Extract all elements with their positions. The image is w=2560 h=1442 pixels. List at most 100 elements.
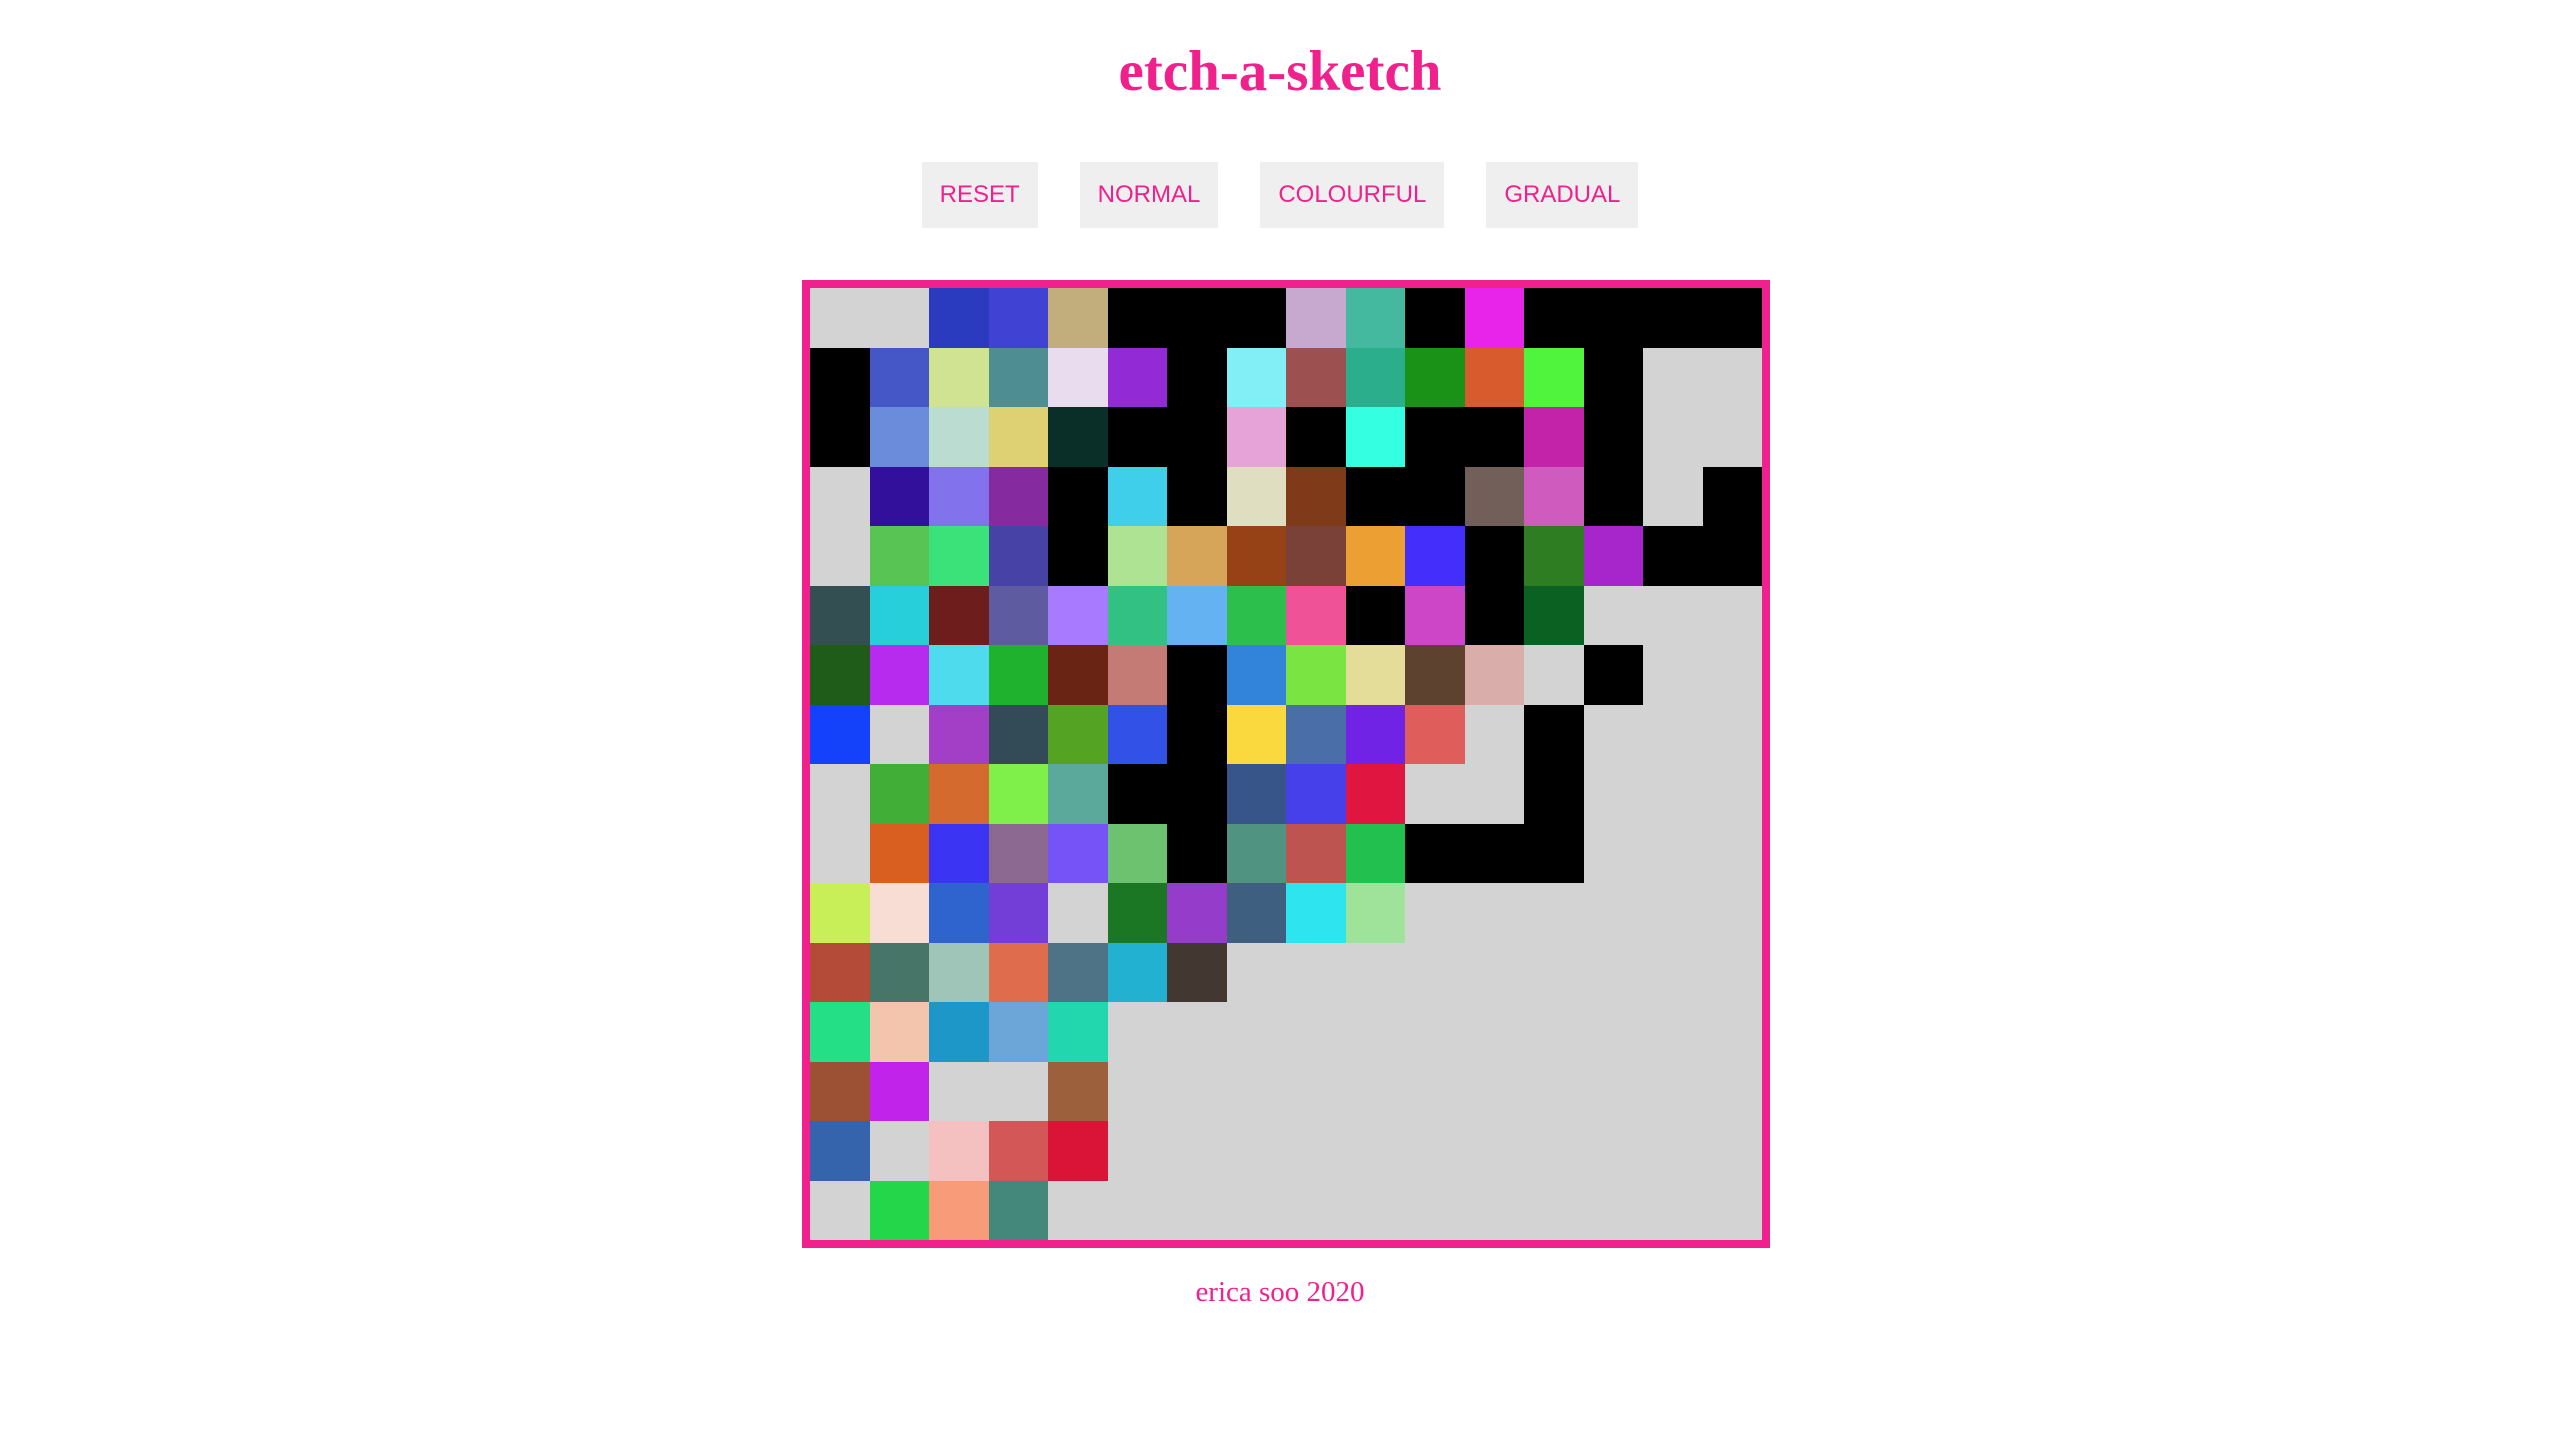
grid-cell[interactable] bbox=[810, 1002, 870, 1062]
grid-cell[interactable] bbox=[1405, 1180, 1465, 1240]
grid-cell[interactable] bbox=[1167, 764, 1227, 824]
grid-cell[interactable] bbox=[1048, 1121, 1108, 1181]
grid-cell[interactable] bbox=[1524, 1002, 1584, 1062]
grid-cell[interactable] bbox=[1524, 407, 1584, 467]
grid-cell[interactable] bbox=[1226, 288, 1286, 348]
grid-cell[interactable] bbox=[1643, 347, 1703, 407]
grid-cell[interactable] bbox=[1464, 1121, 1524, 1181]
grid-cell[interactable] bbox=[869, 883, 929, 943]
grid-cell[interactable] bbox=[1048, 1180, 1108, 1240]
grid-cell[interactable] bbox=[1583, 704, 1643, 764]
grid-cell[interactable] bbox=[869, 764, 929, 824]
grid-cell[interactable] bbox=[810, 704, 870, 764]
grid-cell[interactable] bbox=[1107, 823, 1167, 883]
grid-cell[interactable] bbox=[1048, 1002, 1108, 1062]
grid-cell[interactable] bbox=[988, 1180, 1048, 1240]
grid-cell[interactable] bbox=[929, 704, 989, 764]
grid-cell[interactable] bbox=[1226, 407, 1286, 467]
grid-cell[interactable] bbox=[869, 347, 929, 407]
grid-cell[interactable] bbox=[1167, 942, 1227, 1002]
grid-cell[interactable] bbox=[1702, 288, 1762, 348]
grid-cell[interactable] bbox=[988, 1061, 1048, 1121]
grid-cell[interactable] bbox=[869, 704, 929, 764]
grid-cell[interactable] bbox=[1583, 347, 1643, 407]
grid-cell[interactable] bbox=[869, 1121, 929, 1181]
grid-cell[interactable] bbox=[1405, 526, 1465, 586]
grid-cell[interactable] bbox=[869, 1061, 929, 1121]
grid-cell[interactable] bbox=[988, 585, 1048, 645]
grid-cell[interactable] bbox=[1643, 585, 1703, 645]
reset-button[interactable]: RESET bbox=[921, 162, 1038, 228]
grid-cell[interactable] bbox=[1464, 1061, 1524, 1121]
grid-cell[interactable] bbox=[1286, 764, 1346, 824]
grid-cell[interactable] bbox=[1286, 585, 1346, 645]
grid-cell[interactable] bbox=[1643, 883, 1703, 943]
grid-cell[interactable] bbox=[1643, 823, 1703, 883]
grid-cell[interactable] bbox=[988, 823, 1048, 883]
grid-cell[interactable] bbox=[810, 1121, 870, 1181]
grid-cell[interactable] bbox=[1405, 466, 1465, 526]
grid-cell[interactable] bbox=[1345, 1121, 1405, 1181]
grid-cell[interactable] bbox=[1345, 823, 1405, 883]
grid-cell[interactable] bbox=[1643, 1121, 1703, 1181]
grid-cell[interactable] bbox=[929, 288, 989, 348]
grid-cell[interactable] bbox=[1524, 288, 1584, 348]
grid-cell[interactable] bbox=[810, 466, 870, 526]
grid-cell[interactable] bbox=[1464, 883, 1524, 943]
grid-cell[interactable] bbox=[1524, 466, 1584, 526]
grid-cell[interactable] bbox=[1167, 1061, 1227, 1121]
grid-cell[interactable] bbox=[929, 1121, 989, 1181]
grid-cell[interactable] bbox=[1643, 288, 1703, 348]
grid-cell[interactable] bbox=[1702, 1121, 1762, 1181]
grid-cell[interactable] bbox=[1405, 1002, 1465, 1062]
grid-cell[interactable] bbox=[1583, 466, 1643, 526]
grid-cell[interactable] bbox=[1583, 1002, 1643, 1062]
normal-mode-button[interactable]: NORMAL bbox=[1079, 162, 1219, 228]
grid-cell[interactable] bbox=[1167, 407, 1227, 467]
grid-cell[interactable] bbox=[1107, 1121, 1167, 1181]
grid-cell[interactable] bbox=[1405, 942, 1465, 1002]
grid-cell[interactable] bbox=[988, 764, 1048, 824]
grid-cell[interactable] bbox=[1702, 585, 1762, 645]
grid-cell[interactable] bbox=[1167, 1002, 1227, 1062]
grid-cell[interactable] bbox=[1107, 883, 1167, 943]
grid-cell[interactable] bbox=[1643, 526, 1703, 586]
grid-cell[interactable] bbox=[1167, 288, 1227, 348]
grid-cell[interactable] bbox=[1583, 1180, 1643, 1240]
grid-cell[interactable] bbox=[810, 585, 870, 645]
grid-cell[interactable] bbox=[1345, 347, 1405, 407]
grid-cell[interactable] bbox=[1286, 823, 1346, 883]
grid-cell[interactable] bbox=[929, 407, 989, 467]
grid-cell[interactable] bbox=[1583, 526, 1643, 586]
grid-cell[interactable] bbox=[1107, 288, 1167, 348]
grid-cell[interactable] bbox=[1226, 942, 1286, 1002]
grid-cell[interactable] bbox=[1167, 883, 1227, 943]
grid-cell[interactable] bbox=[1464, 823, 1524, 883]
grid-cell[interactable] bbox=[929, 942, 989, 1002]
grid-cell[interactable] bbox=[1464, 1002, 1524, 1062]
grid-cell[interactable] bbox=[1048, 1061, 1108, 1121]
grid-cell[interactable] bbox=[1107, 1180, 1167, 1240]
grid-cell[interactable] bbox=[988, 942, 1048, 1002]
grid-cell[interactable] bbox=[869, 585, 929, 645]
grid-cell[interactable] bbox=[1048, 645, 1108, 705]
grid-cell[interactable] bbox=[1048, 526, 1108, 586]
grid-cell[interactable] bbox=[929, 645, 989, 705]
grid-cell[interactable] bbox=[1107, 1002, 1167, 1062]
grid-cell[interactable] bbox=[1405, 585, 1465, 645]
grid-cell[interactable] bbox=[1286, 466, 1346, 526]
grid-cell[interactable] bbox=[988, 288, 1048, 348]
grid-cell[interactable] bbox=[1583, 407, 1643, 467]
grid-cell[interactable] bbox=[1524, 1121, 1584, 1181]
grid-cell[interactable] bbox=[1464, 764, 1524, 824]
grid-cell[interactable] bbox=[1345, 466, 1405, 526]
grid-cell[interactable] bbox=[810, 347, 870, 407]
grid-cell[interactable] bbox=[1107, 526, 1167, 586]
grid-cell[interactable] bbox=[810, 1180, 870, 1240]
grid-cell[interactable] bbox=[1464, 288, 1524, 348]
grid-cell[interactable] bbox=[869, 1180, 929, 1240]
grid-cell[interactable] bbox=[988, 704, 1048, 764]
grid-cell[interactable] bbox=[869, 942, 929, 1002]
grid-cell[interactable] bbox=[1405, 347, 1465, 407]
grid-cell[interactable] bbox=[1048, 288, 1108, 348]
